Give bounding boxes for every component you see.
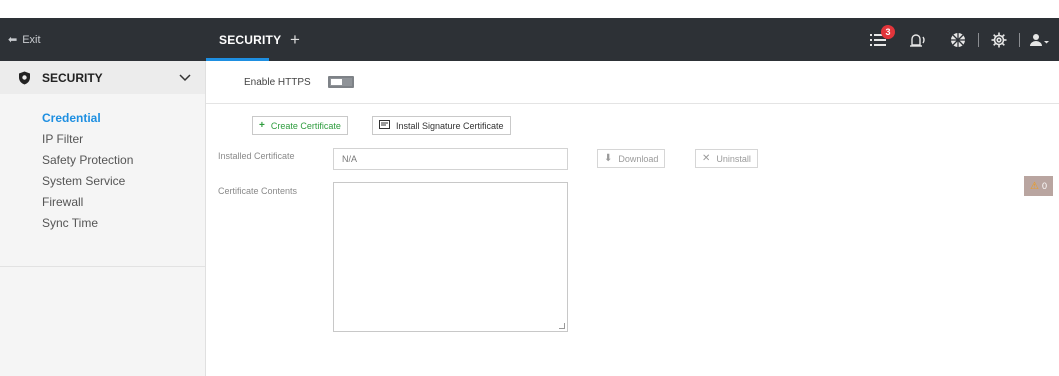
installed-certificate-field: N/A — [333, 148, 568, 170]
exit-label: Exit — [22, 33, 41, 46]
tab-security-label: SECURITY — [219, 32, 282, 47]
alarm-light-icon[interactable] — [907, 29, 929, 51]
sidebar-header-security[interactable]: SECURITY — [0, 61, 205, 94]
https-row: Enable HTTPS — [206, 61, 1059, 104]
tab-security[interactable]: SECURITY — [206, 18, 291, 61]
sidebar-item-safety-protection[interactable]: Safety Protection — [0, 150, 205, 171]
sidebar-item-sync-time[interactable]: Sync Time — [0, 213, 205, 234]
toolbar-icons: 3 — [867, 18, 1051, 61]
close-icon: ✕ — [702, 153, 711, 164]
main-content: Enable HTTPS + Create Certificate Instal… — [206, 61, 1059, 376]
certificate-icon — [379, 119, 390, 132]
alert-counter[interactable]: ⚠ 0 — [1024, 176, 1053, 196]
notification-badge: 3 — [881, 24, 895, 39]
exit-button[interactable]: ⬅ Exit — [8, 18, 41, 61]
gear-icon[interactable] — [988, 29, 1010, 51]
uninstall-label: Uninstall — [716, 153, 751, 164]
sidebar-header-label: SECURITY — [42, 70, 103, 85]
list-icon[interactable]: 3 — [867, 24, 895, 51]
uninstall-button[interactable]: ✕ Uninstall — [695, 149, 758, 168]
plus-icon: + — [259, 120, 265, 131]
sidebar-divider — [0, 266, 205, 267]
enable-https-toggle[interactable] — [327, 76, 354, 88]
sidebar-menu: Credential IP Filter Safety Protection S… — [0, 94, 205, 234]
sidebar-item-ip-filter[interactable]: IP Filter — [0, 129, 205, 150]
create-certificate-button[interactable]: + Create Certificate — [252, 116, 348, 135]
download-icon: ⬇ — [604, 153, 613, 164]
exit-arrow-icon: ⬅ — [8, 34, 18, 46]
install-signature-certificate-label: Install Signature Certificate — [396, 120, 504, 131]
network-icon[interactable] — [947, 29, 969, 51]
enable-https-label: Enable HTTPS — [244, 76, 311, 88]
certificate-contents-textarea[interactable] — [333, 182, 568, 332]
installed-certificate-label: Installed Certificate — [218, 151, 295, 161]
top-navigation-bar: ⬅ Exit SECURITY + 3 — [0, 18, 1059, 61]
user-icon[interactable] — [1029, 29, 1051, 51]
window-top-strip — [0, 0, 1059, 18]
toolbar-divider — [978, 32, 979, 47]
install-signature-certificate-button[interactable]: Install Signature Certificate — [372, 116, 511, 135]
alert-count: 0 — [1041, 181, 1047, 191]
sidebar-item-firewall[interactable]: Firewall — [0, 192, 205, 213]
toolbar-divider — [1019, 32, 1020, 47]
sidebar: SECURITY Credential IP Filter Safety Pro… — [0, 61, 206, 376]
download-button[interactable]: ⬇ Download — [597, 149, 666, 168]
sidebar-item-credential[interactable]: Credential — [0, 108, 205, 129]
certificate-contents-label: Certificate Contents — [218, 186, 298, 196]
add-tab-button[interactable]: + — [290, 18, 300, 61]
warning-icon: ⚠ — [1030, 180, 1039, 192]
download-label: Download — [618, 153, 659, 164]
toggle-knob — [330, 79, 342, 85]
create-certificate-label: Create Certificate — [270, 120, 341, 131]
resize-handle[interactable] — [559, 323, 565, 329]
shield-icon — [18, 71, 32, 85]
sidebar-item-system-service[interactable]: System Service — [0, 171, 205, 192]
chevron-down-icon — [179, 71, 191, 85]
